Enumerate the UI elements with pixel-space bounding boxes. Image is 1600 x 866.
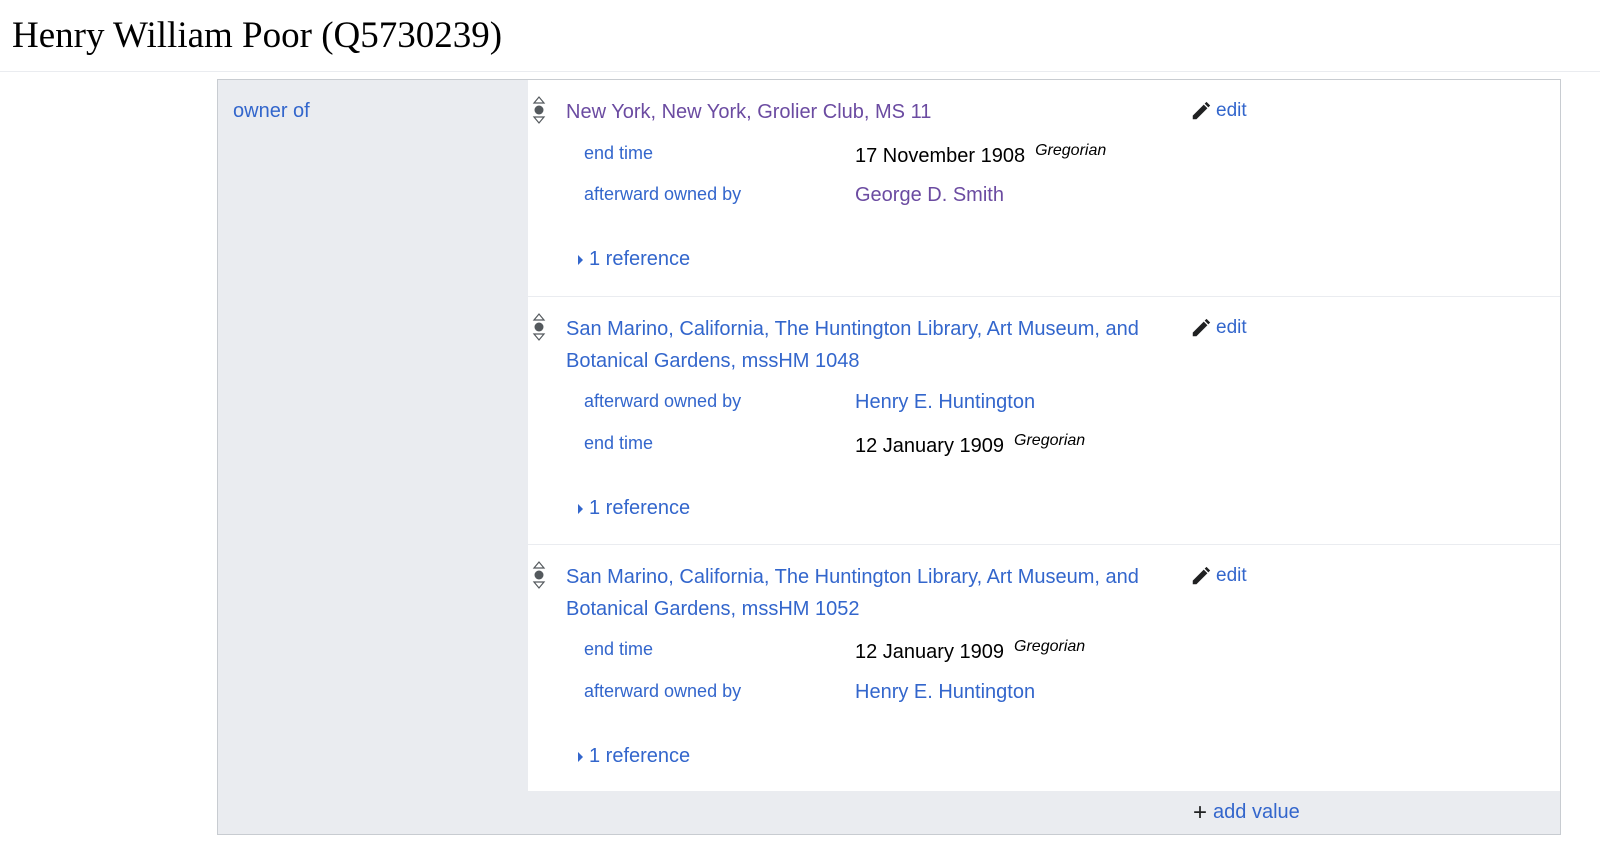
statement-3: San Marino, California, The Huntington L…: [528, 544, 1560, 792]
plus-icon: +: [1193, 798, 1208, 826]
statement-value-link[interactable]: New York, New York, Grolier Club, MS 11: [566, 96, 1166, 128]
statement-2: San Marino, California, The Huntington L…: [528, 296, 1560, 545]
references-label: 1 reference: [589, 248, 691, 270]
qualifier-value: 12 January 1909 Gregorian: [855, 432, 1086, 458]
pencil-icon: [1192, 566, 1211, 585]
title-divider: [0, 71, 1600, 72]
qualifier-property-link[interactable]: afterward owned by: [584, 681, 741, 702]
references-label: 1 reference: [589, 497, 691, 519]
edit-button[interactable]: edit: [1190, 100, 1247, 122]
qualifier-date: 17 November 1908: [855, 145, 1026, 167]
references-toggle[interactable]: 1 reference: [578, 745, 690, 768]
edit-label: edit: [1216, 317, 1247, 338]
qualifier-property-link[interactable]: afterward owned by: [584, 184, 741, 205]
references-label: 1 reference: [589, 745, 691, 767]
calendar-model-label: Gregorian: [1014, 432, 1086, 449]
references-toggle[interactable]: 1 reference: [578, 248, 690, 271]
rank-selector-icon[interactable]: [532, 312, 546, 342]
qualifier-property-link[interactable]: end time: [584, 143, 653, 164]
statement-value-link[interactable]: San Marino, California, The Huntington L…: [566, 561, 1166, 625]
qualifier-property-link[interactable]: end time: [584, 639, 653, 660]
qualifier-property-link[interactable]: end time: [584, 433, 653, 454]
statement-1: New York, New York, Grolier Club, MS 11 …: [528, 80, 1560, 296]
qualifier-property-link[interactable]: afterward owned by: [584, 391, 741, 412]
add-value-button[interactable]: + add value: [1193, 798, 1300, 826]
expand-triangle-icon: [578, 503, 583, 514]
property-label-owner-of[interactable]: owner of: [233, 100, 310, 123]
edit-button[interactable]: edit: [1190, 565, 1247, 587]
statement-value-link[interactable]: San Marino, California, The Huntington L…: [566, 313, 1166, 377]
calendar-model-label: Gregorian: [1014, 638, 1086, 655]
qualifier-value-link[interactable]: George D. Smith: [855, 184, 1004, 207]
edit-label: edit: [1216, 565, 1247, 586]
qualifier-date: 12 January 1909: [855, 641, 1005, 663]
pencil-icon: [1192, 318, 1211, 337]
calendar-model-label: Gregorian: [1035, 142, 1107, 159]
expand-triangle-icon: [578, 751, 583, 762]
pencil-icon: [1192, 101, 1211, 120]
qualifier-value-link[interactable]: Henry E. Huntington: [855, 391, 1035, 414]
statement-list: New York, New York, Grolier Club, MS 11 …: [528, 80, 1560, 791]
page-title: Henry William Poor (Q5730239): [12, 15, 503, 56]
rank-selector-icon[interactable]: [532, 560, 546, 590]
edit-label: edit: [1216, 100, 1247, 121]
qualifier-value: 12 January 1909 Gregorian: [855, 638, 1086, 664]
qualifier-date: 12 January 1909: [855, 435, 1005, 457]
qualifier-value: 17 November 1908 Gregorian: [855, 142, 1107, 168]
references-toggle[interactable]: 1 reference: [578, 497, 690, 520]
add-value-label: add value: [1213, 801, 1300, 823]
expand-triangle-icon: [578, 254, 583, 265]
rank-selector-icon[interactable]: [532, 95, 546, 125]
edit-button[interactable]: edit: [1190, 317, 1247, 339]
statement-group-owner-of: owner of New York, New York, Grolier Clu…: [217, 79, 1561, 835]
qualifier-value-link[interactable]: Henry E. Huntington: [855, 681, 1035, 704]
